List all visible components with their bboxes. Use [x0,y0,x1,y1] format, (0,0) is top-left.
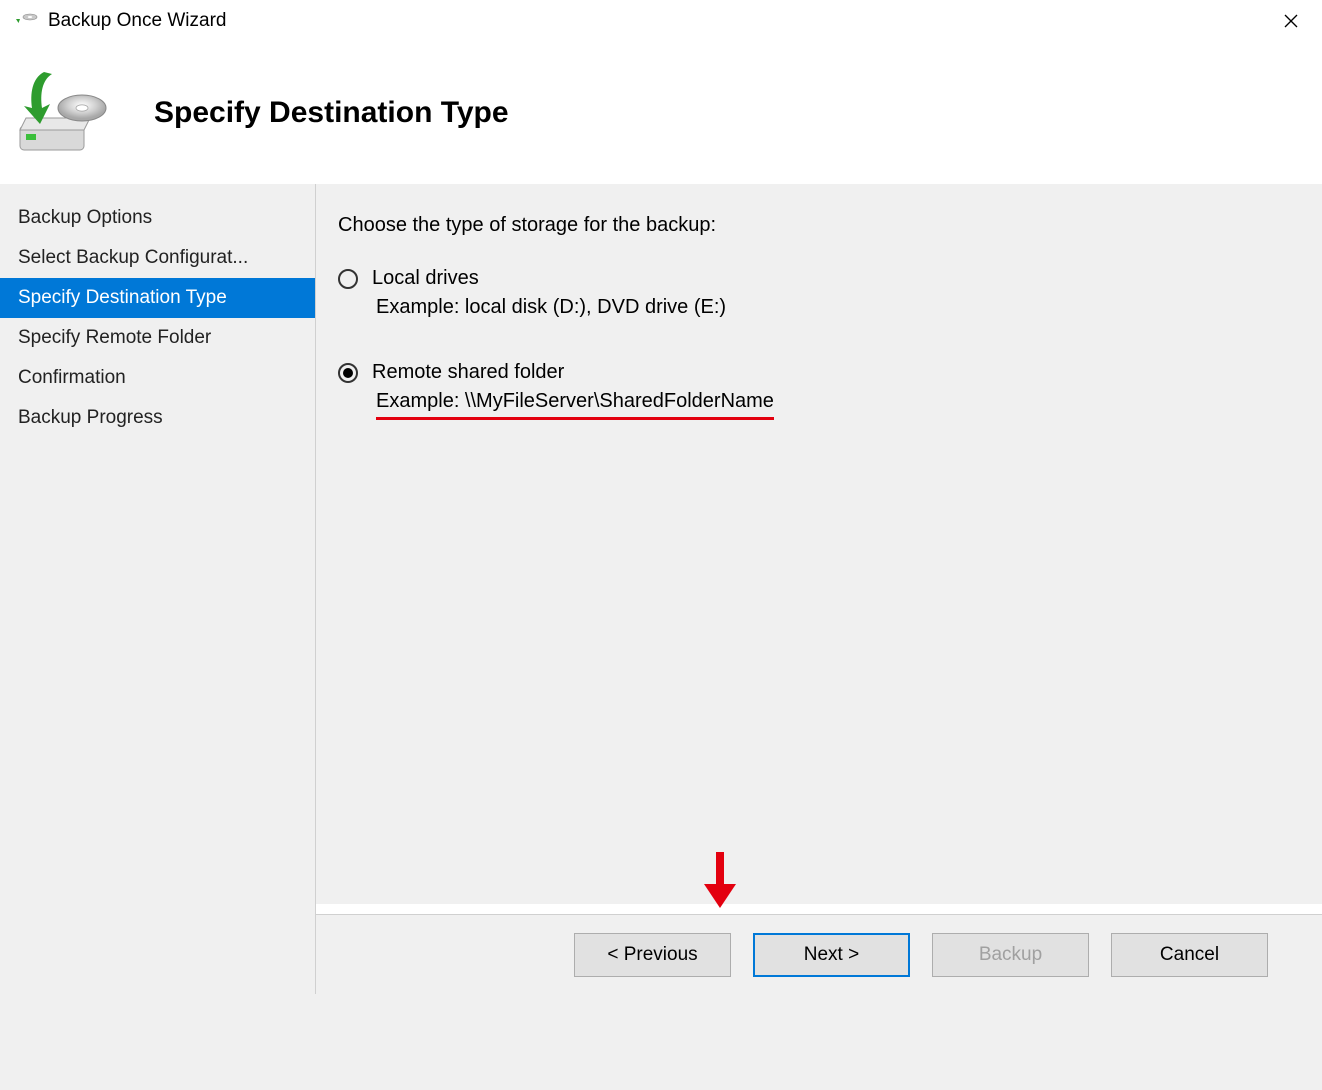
sidebar-item-label: Backup Progress [18,407,163,428]
wizard-footer: < Previous Next > Backup Cancel [316,914,1322,994]
radio-label-local-drives: Local drives [372,267,479,290]
button-label: Cancel [1160,944,1219,966]
sidebar-item-label: Backup Options [18,207,152,228]
sidebar-item-backup-options[interactable]: Backup Options [0,198,315,238]
backup-wizard-icon [14,68,114,158]
lower-fill [0,994,1322,1090]
radio-button-remote-shared-folder[interactable] [338,363,358,383]
radio-button-local-drives[interactable] [338,269,358,289]
previous-button[interactable]: < Previous [574,933,731,977]
radio-option-remote-shared-folder[interactable]: Remote shared folder [338,361,1292,384]
button-label: < Previous [607,944,697,966]
backup-button: Backup [932,933,1089,977]
button-label: Backup [979,944,1042,966]
close-icon [1284,14,1298,28]
sidebar-item-specify-destination-type[interactable]: Specify Destination Type [0,278,315,318]
annotation-arrow-icon [700,850,740,910]
wizard-header: Specify Destination Type [0,42,1322,184]
radio-label-remote-shared-folder: Remote shared folder [372,361,564,384]
sidebar-item-specify-remote-folder[interactable]: Specify Remote Folder [0,318,315,358]
button-label: Next > [804,944,859,966]
content-prompt: Choose the type of storage for the backu… [338,214,1292,237]
example-local-drives: Example: local disk (D:), DVD drive (E:) [376,296,726,319]
wizard-content: Choose the type of storage for the backu… [316,184,1322,904]
sidebar-item-confirmation[interactable]: Confirmation [0,358,315,398]
wizard-body: Backup Options Select Backup Configurat.… [0,184,1322,904]
sidebar-item-label: Select Backup Configurat... [18,247,248,268]
page-title: Specify Destination Type [154,96,509,130]
sidebar-item-backup-progress[interactable]: Backup Progress [0,398,315,438]
sidebar-item-label: Confirmation [18,367,126,388]
sidebar-item-label: Specify Destination Type [18,287,227,308]
window-title: Backup Once Wizard [48,10,1268,32]
wizard-steps-sidebar: Backup Options Select Backup Configurat.… [0,184,316,904]
titlebar: Backup Once Wizard [0,0,1322,42]
next-button[interactable]: Next > [753,933,910,977]
example-remote-shared-folder: Example: \\MyFileServer\SharedFolderName [376,390,774,420]
close-button[interactable] [1268,5,1314,37]
app-icon [14,9,38,33]
cancel-button[interactable]: Cancel [1111,933,1268,977]
sidebar-item-label: Specify Remote Folder [18,327,211,348]
radio-option-local-drives[interactable]: Local drives [338,267,1292,290]
sidebar-item-select-backup-config[interactable]: Select Backup Configurat... [0,238,315,278]
